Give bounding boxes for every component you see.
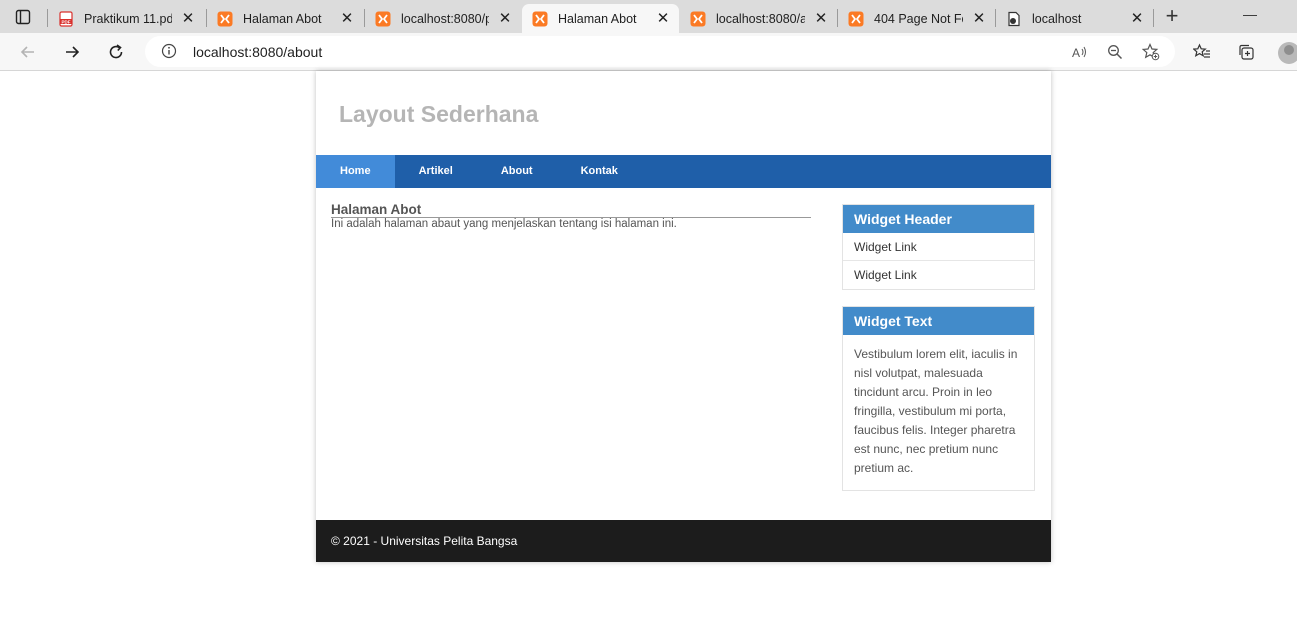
xampp-icon	[375, 11, 391, 26]
nav-artikel-link[interactable]: Artikel	[395, 155, 477, 188]
tab-halaman-abot-active[interactable]: Halaman Abot ✕	[522, 4, 679, 33]
address-bar[interactable]: localhost:8080/about A	[145, 36, 1175, 67]
main-content: Halaman Abot Ini adalah halaman abaut ya…	[331, 203, 811, 231]
read-aloud-icon[interactable]: A	[1069, 42, 1091, 62]
tab-close-icon[interactable]: ✕	[1129, 10, 1145, 27]
tab-actions-icon	[15, 9, 31, 25]
tab-halaman-abot[interactable]: Halaman Abot ✕	[207, 4, 363, 33]
tab-separator	[1153, 9, 1154, 27]
site-title: Layout Sederhana	[339, 101, 539, 127]
tab-strip: PDF Praktikum 11.pdf ✕ Halaman Abot ✕ lo…	[0, 0, 1297, 33]
zoom-out-icon[interactable]	[1104, 42, 1126, 62]
site-nav: Home Artikel About Kontak	[316, 155, 1051, 188]
tab-close-icon[interactable]: ✕	[813, 10, 829, 27]
profile-avatar[interactable]	[1278, 42, 1297, 64]
page-heading: Halaman Abot	[331, 203, 811, 218]
site-info-icon[interactable]	[161, 43, 177, 59]
reload-icon	[109, 44, 123, 59]
site-container: Layout Sederhana Home Artikel About Kont…	[316, 71, 1051, 562]
tab-close-icon[interactable]: ✕	[180, 10, 196, 27]
xampp-icon	[532, 11, 548, 26]
svg-text:PDF: PDF	[62, 19, 71, 24]
tab-localhost-pages[interactable]: localhost:8080/pa ✕	[365, 4, 521, 33]
widget-link[interactable]: Widget Link	[843, 233, 1034, 261]
tab-404-page[interactable]: 404 Page Not Fo ✕	[838, 4, 995, 33]
page-text: Ini adalah halaman abaut yang menjelaska…	[331, 218, 677, 230]
tab-localhost-about[interactable]: localhost:8080/ab ✕	[680, 4, 837, 33]
collections-button[interactable]	[1232, 39, 1260, 65]
address-url[interactable]: localhost:8080/about	[193, 44, 322, 60]
reload-button[interactable]	[102, 39, 130, 65]
svg-text:A: A	[1072, 46, 1080, 60]
new-tab-button[interactable]: +	[1158, 4, 1186, 30]
pdf-icon: PDF	[59, 10, 73, 27]
site-footer: © 2021 - Universitas Pelita Bangsa	[316, 520, 1051, 562]
tab-title: localhost:8080/ab	[716, 11, 805, 26]
collections-icon	[1239, 44, 1254, 60]
xampp-icon	[217, 11, 233, 26]
favorites-button[interactable]	[1188, 39, 1216, 65]
tab-actions-button[interactable]	[8, 4, 38, 30]
tab-close-icon[interactable]: ✕	[339, 10, 355, 27]
widget-header: Widget Header	[843, 205, 1034, 233]
tab-title: Halaman Abot	[243, 11, 322, 26]
widget-text-body: Vestibulum lorem elit, iaculis in nisl v…	[854, 347, 1018, 475]
minimize-window-button[interactable]: —	[1238, 6, 1262, 26]
tab-title: Praktikum 11.pdf	[84, 11, 172, 26]
tab-title: Halaman Abot	[558, 11, 637, 26]
tab-title: 404 Page Not Fo	[874, 11, 963, 26]
forward-arrow-icon	[66, 46, 80, 58]
back-arrow-icon	[20, 46, 34, 58]
widget-links: Widget Header Widget Link Widget Link	[842, 204, 1035, 290]
tab-title: localhost	[1032, 11, 1082, 26]
xampp-icon	[690, 11, 706, 26]
xampp-icon	[848, 11, 864, 26]
tab-close-icon[interactable]: ✕	[971, 10, 987, 27]
favorites-icon	[1193, 43, 1210, 58]
nav-about-link[interactable]: About	[477, 155, 557, 188]
widget-text: Widget Text Vestibulum lorem elit, iacul…	[842, 306, 1035, 491]
tab-close-icon[interactable]: ✕	[655, 10, 671, 27]
forward-button[interactable]	[58, 39, 86, 65]
browser-toolbar: localhost:8080/about A	[0, 33, 1297, 71]
page-viewport: Layout Sederhana Home Artikel About Kont…	[0, 71, 1297, 620]
add-favorite-icon[interactable]	[1140, 42, 1162, 62]
tab-localhost[interactable]: localhost ✕	[996, 4, 1153, 33]
tab-title: localhost:8080/pa	[401, 11, 489, 26]
nav-home-link[interactable]: Home	[316, 155, 395, 188]
page-icon	[1008, 11, 1020, 26]
widget-text-header: Widget Text	[843, 307, 1034, 335]
nav-kontak-link[interactable]: Kontak	[557, 155, 642, 188]
widget-link[interactable]: Widget Link	[843, 261, 1034, 289]
tab-close-icon[interactable]: ✕	[497, 10, 513, 27]
back-button[interactable]	[14, 39, 42, 65]
tab-praktikum-pdf[interactable]: PDF Praktikum 11.pdf ✕	[48, 4, 204, 33]
